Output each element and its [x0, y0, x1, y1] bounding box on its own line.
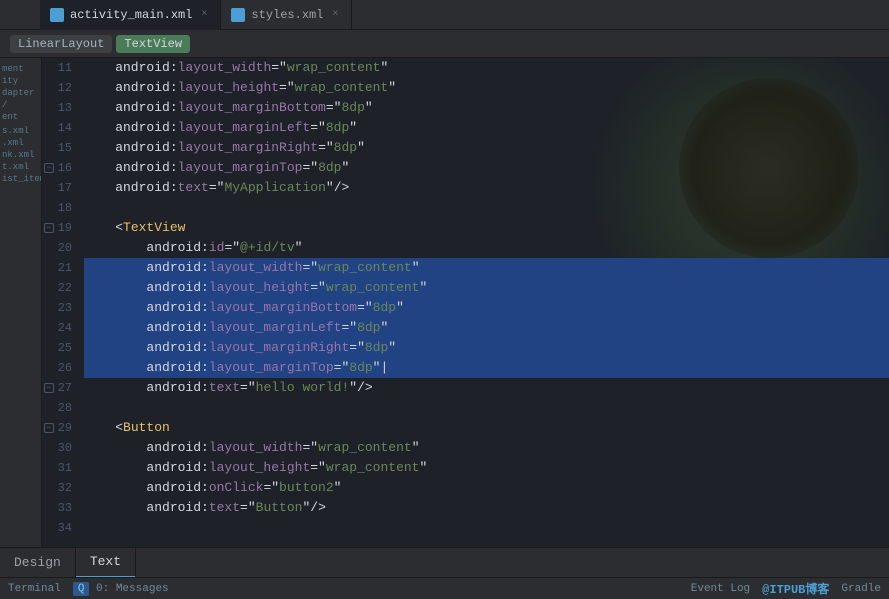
- line-num-15: 15: [42, 138, 72, 158]
- code-area-wrapper[interactable]: android:layout_width="wrap_content" andr…: [80, 58, 889, 547]
- event-log-label[interactable]: Event Log: [691, 583, 750, 595]
- line-num-27: −27: [42, 378, 72, 398]
- breadcrumb-textview[interactable]: TextView: [116, 35, 190, 53]
- messages-badge[interactable]: Q 0: Messages: [73, 583, 169, 595]
- breadcrumb-linearlayout[interactable]: LinearLayout: [10, 35, 112, 53]
- line-num-25: 25: [42, 338, 72, 358]
- status-right: Event Log @ITPUB博客 Gradle: [691, 580, 881, 597]
- sidebar-item-10[interactable]: t.xml: [0, 161, 41, 173]
- tab-close-button-2[interactable]: ×: [329, 9, 341, 21]
- sidebar-item-5[interactable]: ent: [0, 111, 41, 123]
- tab-bar: activity_main.xml × styles.xml ×: [0, 0, 889, 30]
- code-content[interactable]: android:layout_width="wrap_content" andr…: [80, 58, 889, 547]
- tab-text[interactable]: Text: [76, 548, 136, 578]
- gradle-label[interactable]: Gradle: [841, 583, 881, 595]
- line-num-21: 21: [42, 258, 72, 278]
- tab-label: activity_main.xml: [70, 8, 192, 22]
- code-line-13[interactable]: android:layout_marginBottom="8dp": [84, 98, 889, 118]
- main-container: ment ity dapter / ent s.xml .xml nk.xml …: [0, 58, 889, 547]
- line-num-32: 32: [42, 478, 72, 498]
- sidebar-item-8[interactable]: .xml: [0, 137, 41, 149]
- line-num-14: 14: [42, 118, 72, 138]
- line-num-11: 11: [42, 58, 72, 78]
- sidebar-item-4[interactable]: /: [0, 99, 41, 111]
- line-num-34: 34: [42, 518, 72, 538]
- line-num-22: 22: [42, 278, 72, 298]
- xml-file-icon: [50, 8, 64, 22]
- line-num-28: 28: [42, 398, 72, 418]
- messages-label: 0: Messages: [96, 583, 169, 595]
- line-num-20: 20: [42, 238, 72, 258]
- line-num-19: −19: [42, 218, 72, 238]
- code-line-31[interactable]: android:layout_height="wrap_content": [84, 458, 889, 478]
- tab-design[interactable]: Design: [0, 548, 76, 578]
- status-left: Terminal Q 0: Messages: [8, 583, 169, 595]
- breadcrumb-bar: LinearLayout TextView: [0, 30, 889, 58]
- line-num-30: 30: [42, 438, 72, 458]
- code-line-17[interactable]: android:text="MyApplication"/>: [84, 178, 889, 198]
- code-line-20[interactable]: android:id="@+id/tv": [84, 238, 889, 258]
- code-line-15[interactable]: android:layout_marginRight="8dp": [84, 138, 889, 158]
- bottom-tab-bar: Design Text: [0, 547, 889, 577]
- code-line-30[interactable]: android:layout_width="wrap_content": [84, 438, 889, 458]
- line-num-31: 31: [42, 458, 72, 478]
- code-line-26[interactable]: android:layout_marginTop="8dp"|: [84, 358, 889, 378]
- sidebar-item-7[interactable]: s.xml: [0, 125, 41, 137]
- tab-close-button[interactable]: ×: [198, 9, 210, 21]
- terminal-label[interactable]: Terminal: [8, 583, 61, 595]
- code-line-25[interactable]: android:layout_marginRight="8dp": [84, 338, 889, 358]
- line-num-16: −16: [42, 158, 72, 178]
- code-line-32[interactable]: android:onClick="button2": [84, 478, 889, 498]
- code-line-18[interactable]: [84, 198, 889, 218]
- xml-file-icon-2: [231, 8, 245, 22]
- line-num-29: −29: [42, 418, 72, 438]
- code-line-14[interactable]: android:layout_marginLeft="8dp": [84, 118, 889, 138]
- code-line-33[interactable]: android:text="Button"/>: [84, 498, 889, 518]
- breadcrumb-linearlayout-label: LinearLayout: [18, 37, 104, 51]
- fold-icon-16[interactable]: −: [44, 163, 54, 173]
- line-num-26: 26: [42, 358, 72, 378]
- code-line-24[interactable]: android:layout_marginLeft="8dp": [84, 318, 889, 338]
- sidebar-item-3[interactable]: dapter: [0, 87, 41, 99]
- tab-text-label: Text: [90, 554, 121, 569]
- code-line-29[interactable]: <Button: [84, 418, 889, 438]
- code-line-19[interactable]: <TextView: [84, 218, 889, 238]
- line-num-13: 13: [42, 98, 72, 118]
- code-line-23[interactable]: android:layout_marginBottom="8dp": [84, 298, 889, 318]
- code-line-12[interactable]: android:layout_height="wrap_content": [84, 78, 889, 98]
- sidebar: ment ity dapter / ent s.xml .xml nk.xml …: [0, 58, 42, 547]
- code-line-27[interactable]: android:text="hello world!"/>: [84, 378, 889, 398]
- code-line-11[interactable]: android:layout_width="wrap_content": [84, 58, 889, 78]
- code-line-28[interactable]: [84, 398, 889, 418]
- fold-icon-19[interactable]: −: [44, 223, 54, 233]
- sidebar-item-9[interactable]: nk.xml: [0, 149, 41, 161]
- code-line-16[interactable]: android:layout_marginTop="8dp": [84, 158, 889, 178]
- line-num-17: 17: [42, 178, 72, 198]
- sidebar-item-1[interactable]: ment: [0, 63, 41, 75]
- status-bar: Terminal Q 0: Messages Event Log @ITPUB博…: [0, 577, 889, 599]
- line-num-24: 24: [42, 318, 72, 338]
- breadcrumb-textview-label: TextView: [124, 37, 182, 51]
- line-num-23: 23: [42, 298, 72, 318]
- messages-icon: Q: [73, 582, 90, 596]
- tab-styles[interactable]: styles.xml ×: [221, 0, 352, 30]
- editor-area[interactable]: 1112131415−161718−1920212223242526−2728−…: [42, 58, 889, 547]
- fold-icon-29[interactable]: −: [44, 423, 54, 433]
- tab-activity-main[interactable]: activity_main.xml ×: [40, 0, 221, 30]
- line-num-18: 18: [42, 198, 72, 218]
- line-num-33: 33: [42, 498, 72, 518]
- line-num-12: 12: [42, 78, 72, 98]
- line-numbers: 1112131415−161718−1920212223242526−2728−…: [42, 58, 80, 547]
- code-line-34[interactable]: [84, 518, 889, 538]
- tab-design-label: Design: [14, 555, 61, 570]
- sidebar-item-11[interactable]: ist_item: [0, 173, 41, 185]
- code-line-21[interactable]: android:layout_width="wrap_content": [84, 258, 889, 278]
- sidebar-item-2[interactable]: ity: [0, 75, 41, 87]
- tab-label-2: styles.xml: [251, 8, 323, 22]
- branding-label: @ITPUB博客: [762, 580, 829, 597]
- fold-icon-27[interactable]: −: [44, 383, 54, 393]
- code-line-22[interactable]: android:layout_height="wrap_content": [84, 278, 889, 298]
